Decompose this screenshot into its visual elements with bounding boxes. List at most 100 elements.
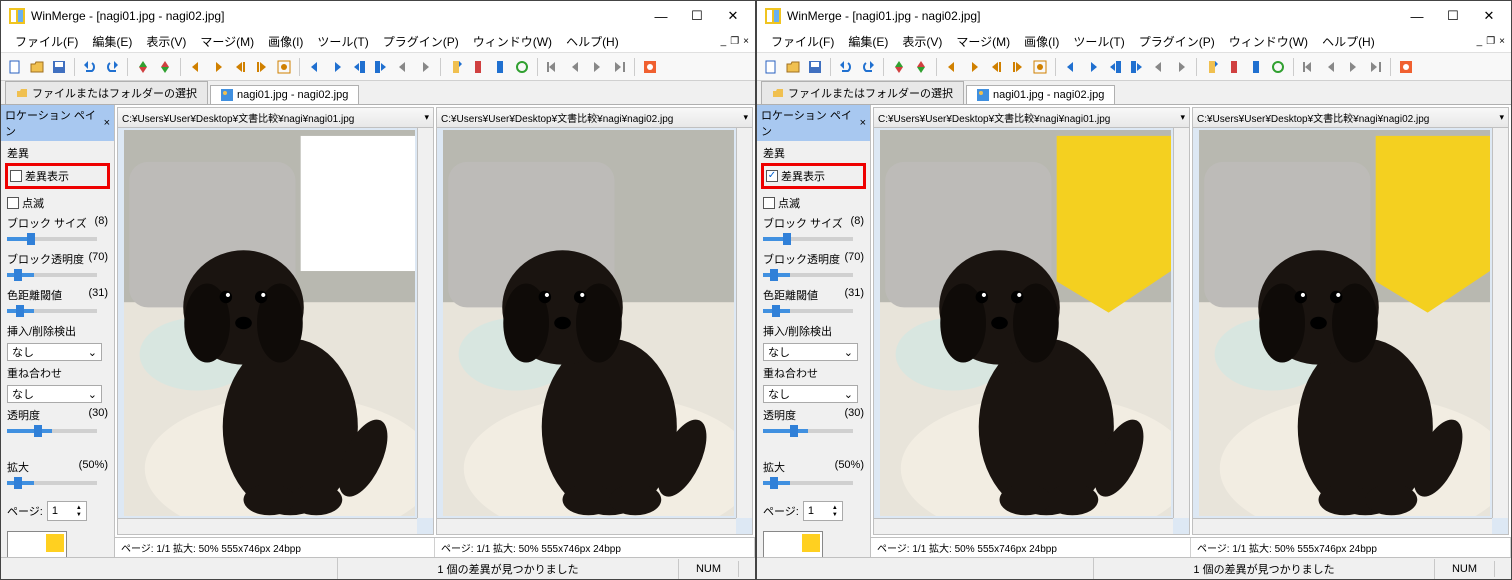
mdi-restore-icon[interactable]: ❐ [1486, 36, 1495, 47]
menu-plugin[interactable]: プラグイン(P) [1133, 31, 1221, 52]
block-size-slider[interactable] [763, 237, 853, 241]
close-pane-icon[interactable]: × [860, 117, 866, 129]
copy-right-icon[interactable] [1083, 57, 1103, 77]
overlay-select[interactable]: なし⌄ [763, 385, 858, 403]
nav5-icon[interactable] [274, 57, 294, 77]
image-viewport-left[interactable] [874, 128, 1189, 534]
nav2-icon[interactable] [208, 57, 228, 77]
diff-down-icon[interactable] [155, 57, 175, 77]
scrollbar-horizontal[interactable] [118, 518, 417, 534]
diff-up-icon[interactable] [889, 57, 909, 77]
mdi-restore-icon[interactable]: ❐ [730, 36, 739, 47]
copy-merge1-icon[interactable] [393, 57, 413, 77]
zoom-slider[interactable] [7, 481, 97, 485]
menu-view[interactable]: 表示(V) [140, 31, 192, 52]
tab-file-select[interactable]: ファイルまたはフォルダーの選択 [761, 81, 964, 104]
menu-tool[interactable]: ツール(T) [311, 31, 374, 52]
scrollbar-vertical[interactable] [1173, 128, 1189, 518]
show-diff-checkbox[interactable]: 差異表示 [10, 168, 105, 184]
bookmark2-icon[interactable] [1224, 57, 1244, 77]
menu-file[interactable]: ファイル(F) [9, 31, 84, 52]
spin-up-icon[interactable]: ▲ [832, 505, 838, 511]
menu-image[interactable]: 画像(I) [1018, 31, 1065, 52]
copy-all-l-icon[interactable] [349, 57, 369, 77]
menu-window[interactable]: ウィンドウ(W) [1223, 31, 1314, 52]
page-input[interactable]: 1▲▼ [47, 501, 87, 521]
tab-compare[interactable]: nagi01.jpg - nagi02.jpg [966, 85, 1115, 104]
trans-slider[interactable] [763, 429, 853, 433]
last-icon[interactable] [1365, 57, 1385, 77]
mdi-min-icon[interactable]: _ [1477, 36, 1483, 47]
scrollbar-vertical[interactable] [1492, 128, 1508, 518]
close-button[interactable]: ✕ [1479, 6, 1499, 26]
tab-file-select[interactable]: ファイルまたはフォルダーの選択 [5, 81, 208, 104]
block-alpha-slider[interactable] [7, 273, 97, 277]
settings-icon[interactable] [640, 57, 660, 77]
chevron-down-icon[interactable]: ▾ [1180, 112, 1185, 123]
redo-icon[interactable] [858, 57, 878, 77]
bookmark2-icon[interactable] [468, 57, 488, 77]
menu-file[interactable]: ファイル(F) [765, 31, 840, 52]
mdi-min-icon[interactable]: _ [721, 36, 727, 47]
spin-down-icon[interactable]: ▼ [832, 512, 838, 518]
menu-edit[interactable]: 編集(E) [86, 31, 138, 52]
copy-all-r-icon[interactable] [371, 57, 391, 77]
chevron-down-icon[interactable]: ▾ [1499, 112, 1504, 123]
next-icon[interactable] [587, 57, 607, 77]
menu-tool[interactable]: ツール(T) [1067, 31, 1130, 52]
nav2-icon[interactable] [964, 57, 984, 77]
prev-icon[interactable] [565, 57, 585, 77]
bookmark3-icon[interactable] [490, 57, 510, 77]
image-viewport-right[interactable] [1193, 128, 1508, 534]
copy-all-l-icon[interactable] [1105, 57, 1125, 77]
nav4-icon[interactable] [252, 57, 272, 77]
new-icon[interactable] [761, 57, 781, 77]
block-size-slider[interactable] [7, 237, 97, 241]
bookmark3-icon[interactable] [1246, 57, 1266, 77]
nav1-icon[interactable] [186, 57, 206, 77]
close-button[interactable]: ✕ [723, 6, 743, 26]
diff-down-icon[interactable] [911, 57, 931, 77]
nav3-icon[interactable] [986, 57, 1006, 77]
scrollbar-vertical[interactable] [736, 128, 752, 518]
menu-help[interactable]: ヘルプ(H) [1316, 31, 1381, 52]
first-icon[interactable] [543, 57, 563, 77]
nav5-icon[interactable] [1030, 57, 1050, 77]
menu-view[interactable]: 表示(V) [896, 31, 948, 52]
menu-help[interactable]: ヘルプ(H) [560, 31, 625, 52]
blink-checkbox[interactable]: 点滅 [763, 195, 864, 211]
menu-window[interactable]: ウィンドウ(W) [467, 31, 558, 52]
mdi-close-icon[interactable]: × [1499, 36, 1505, 47]
nav1-icon[interactable] [942, 57, 962, 77]
blink-checkbox[interactable]: 点滅 [7, 195, 108, 211]
spin-up-icon[interactable]: ▲ [76, 505, 82, 511]
undo-icon[interactable] [836, 57, 856, 77]
nav3-icon[interactable] [230, 57, 250, 77]
redo-icon[interactable] [102, 57, 122, 77]
close-pane-icon[interactable]: × [104, 117, 110, 129]
save-icon[interactable] [805, 57, 825, 77]
refresh-icon[interactable] [1268, 57, 1288, 77]
menu-edit[interactable]: 編集(E) [842, 31, 894, 52]
copy-left-icon[interactable] [1061, 57, 1081, 77]
copy-all-r-icon[interactable] [1127, 57, 1147, 77]
scrollbar-horizontal[interactable] [437, 518, 736, 534]
scrollbar-horizontal[interactable] [874, 518, 1173, 534]
chevron-down-icon[interactable]: ▾ [424, 112, 429, 123]
copy-left-icon[interactable] [305, 57, 325, 77]
block-alpha-slider[interactable] [763, 273, 853, 277]
image-viewport-left[interactable] [118, 128, 433, 534]
copy-merge2-icon[interactable] [1171, 57, 1191, 77]
mdi-close-icon[interactable]: × [743, 36, 749, 47]
diff-up-icon[interactable] [133, 57, 153, 77]
spin-down-icon[interactable]: ▼ [76, 512, 82, 518]
open-icon[interactable] [27, 57, 47, 77]
menu-merge[interactable]: マージ(M) [194, 31, 260, 52]
zoom-slider[interactable] [763, 481, 853, 485]
show-diff-checkbox[interactable]: ✓差異表示 [766, 168, 861, 184]
copy-merge1-icon[interactable] [1149, 57, 1169, 77]
menu-merge[interactable]: マージ(M) [950, 31, 1016, 52]
first-icon[interactable] [1299, 57, 1319, 77]
chevron-down-icon[interactable]: ▾ [743, 112, 748, 123]
last-icon[interactable] [609, 57, 629, 77]
